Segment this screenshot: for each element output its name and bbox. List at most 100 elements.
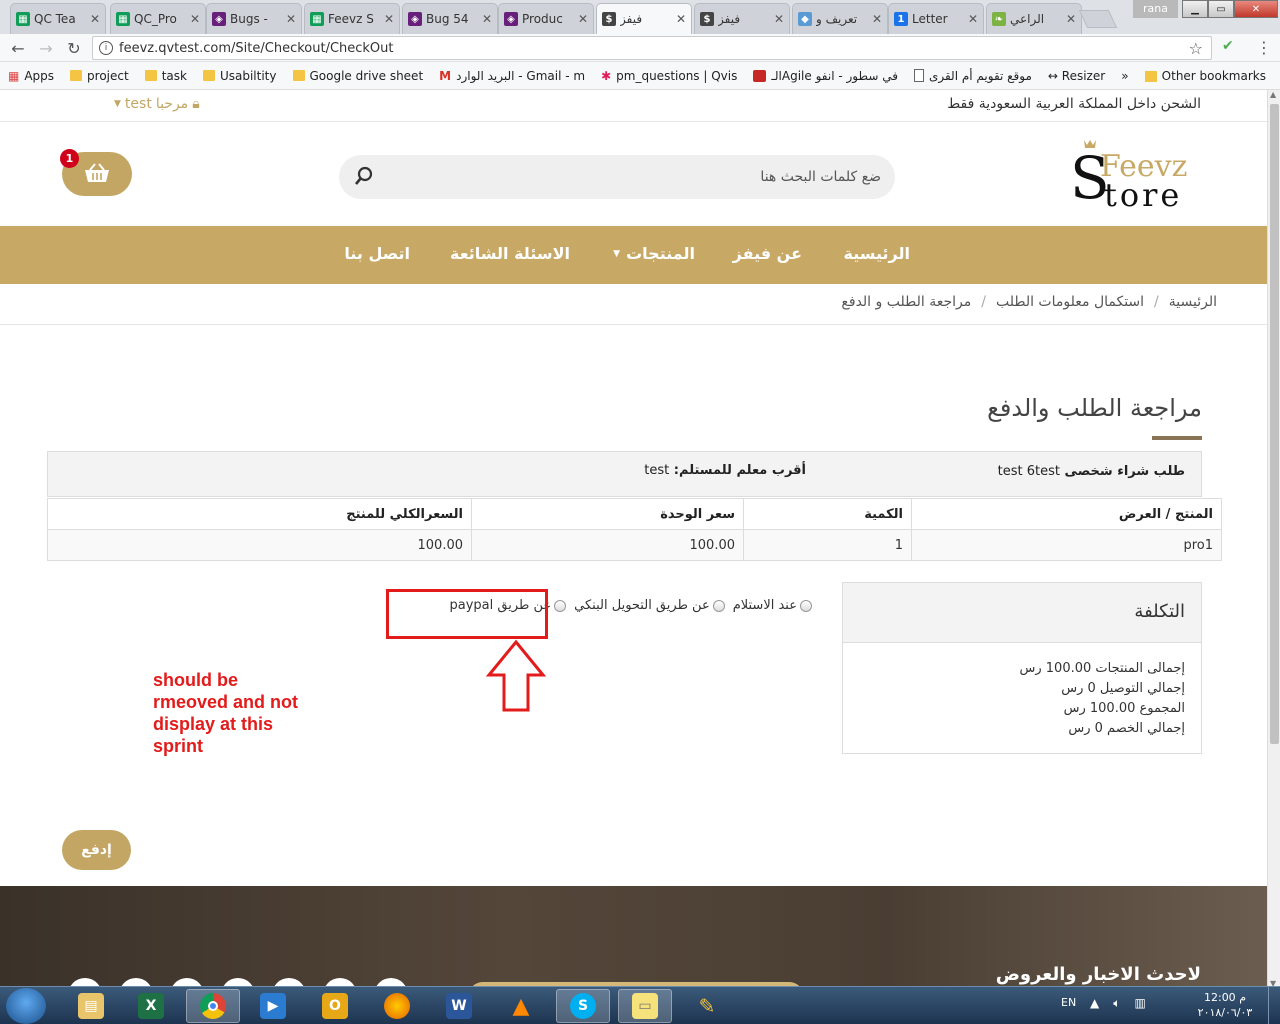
taskbar-explorer[interactable]: ▤ bbox=[64, 989, 118, 1023]
minimize-button[interactable]: ▁ bbox=[1182, 0, 1208, 18]
bookmark-item[interactable]: ✱ pm_questions | Qvis bbox=[593, 69, 745, 83]
nav-faq[interactable]: الاسئلة الشائعة bbox=[450, 244, 570, 263]
nav-home[interactable]: الرئيسية bbox=[844, 244, 911, 263]
tab-close-icon[interactable]: ✕ bbox=[578, 12, 588, 26]
taskbar-chrome[interactable] bbox=[186, 989, 240, 1023]
tab-close-icon[interactable]: ✕ bbox=[968, 12, 978, 26]
browser-tab[interactable]: ◆ تعريف و ✕ bbox=[792, 3, 888, 34]
tab-close-icon[interactable]: ✕ bbox=[872, 12, 882, 26]
maximize-button[interactable]: ▭ bbox=[1208, 0, 1234, 18]
browser-tab[interactable]: ◈ Produc ✕ bbox=[498, 3, 594, 34]
bookmark-item[interactable]: ↔ Resizer bbox=[1040, 69, 1113, 83]
reload-icon[interactable]: ↻ bbox=[64, 38, 84, 58]
bookmarks-overflow[interactable]: » bbox=[1113, 69, 1136, 83]
browser-tab[interactable]: ▦ QC_Pro ✕ bbox=[110, 3, 206, 34]
tab-close-icon[interactable]: ✕ bbox=[286, 12, 296, 26]
taskbar-skype[interactable]: S bbox=[556, 989, 610, 1023]
tray-arrow-icon[interactable]: ▲ bbox=[1090, 996, 1099, 1011]
other-bookmarks-label: Other bookmarks bbox=[1161, 69, 1266, 83]
radio-paypal[interactable] bbox=[554, 599, 567, 612]
breadcrumb-separator: / bbox=[1154, 294, 1159, 310]
browser-menu-icon[interactable]: ⋮ bbox=[1256, 38, 1272, 57]
nav-contact[interactable]: اتصل بنا bbox=[344, 244, 410, 263]
browser-tab[interactable]: $ فيفز ✕ bbox=[694, 3, 790, 34]
scroll-up-icon[interactable]: ▲ bbox=[1270, 90, 1276, 99]
tab-close-icon[interactable]: ✕ bbox=[1066, 12, 1076, 26]
taskbar-media[interactable]: ▶ bbox=[246, 989, 300, 1023]
taskbar-word[interactable]: W bbox=[432, 989, 486, 1023]
bookmark-item[interactable]: موقع تقويم أم القرى bbox=[906, 69, 1040, 83]
bookmark-star-icon[interactable]: ☆ bbox=[1189, 39, 1203, 58]
profile-badge[interactable]: rana bbox=[1133, 0, 1178, 18]
radio-cash-on-delivery[interactable] bbox=[800, 599, 812, 612]
bookmark-item[interactable]: ▦ Apps bbox=[0, 69, 62, 83]
browser-tab[interactable]: 1 Letter ✕ bbox=[888, 3, 984, 34]
search-icon[interactable] bbox=[353, 165, 375, 190]
tab-label: QC_Pro bbox=[134, 12, 177, 26]
browser-tab[interactable]: ▦ Feevz S ✕ bbox=[304, 3, 400, 34]
taskbar-vlc[interactable]: ▲ bbox=[494, 989, 548, 1023]
bookmark-item[interactable]: Google drive sheet bbox=[285, 69, 432, 83]
other-bookmarks[interactable]: Other bookmarks bbox=[1144, 62, 1266, 90]
info-icon[interactable]: i bbox=[99, 41, 113, 55]
tab-close-icon[interactable]: ✕ bbox=[482, 12, 492, 26]
cart-count-badge: 1 bbox=[60, 149, 79, 168]
system-clock[interactable]: 12:00 م ٢٠١٨/٠٦/٠٣ bbox=[1192, 990, 1258, 1020]
user-menu[interactable]: 🔒︎ مرحبا test ▼ bbox=[114, 96, 200, 112]
welcome-label: مرحبا bbox=[155, 96, 189, 112]
address-bar[interactable]: i feevz.qvtest.com/Site/Checkout/CheckOu… bbox=[92, 36, 1212, 60]
pay-button[interactable]: إدفع bbox=[62, 830, 131, 870]
logo-bottom-text: tore bbox=[1104, 176, 1182, 214]
taskbar-paint[interactable]: ✎ bbox=[680, 989, 734, 1023]
breadcrumb-bar: الرئيسية / استكمال معلومات الطلب / مراجع… bbox=[0, 284, 1267, 325]
browser-tab[interactable]: ◈ Bugs - ✕ bbox=[206, 3, 302, 34]
nav-products[interactable]: المنتجات ▼ bbox=[613, 244, 695, 263]
scroll-thumb[interactable] bbox=[1270, 104, 1279, 744]
tab-close-icon[interactable]: ✕ bbox=[90, 12, 100, 26]
tab-close-icon[interactable]: ✕ bbox=[676, 12, 686, 26]
tab-close-icon[interactable]: ✕ bbox=[384, 12, 394, 26]
slack-icon: ✱ bbox=[601, 68, 612, 83]
speaker-icon[interactable]: 🔈︎ bbox=[1113, 996, 1120, 1011]
browser-tab[interactable]: $ فيفز ✕ bbox=[596, 3, 692, 34]
payment-cash-on-delivery[interactable]: عند الاستلام bbox=[733, 598, 812, 613]
taskbar-firefox[interactable] bbox=[370, 989, 424, 1023]
browser-tab[interactable]: ❧ الراعي ✕ bbox=[986, 3, 1082, 34]
search-input[interactable] bbox=[375, 169, 881, 185]
breadcrumb-order-info[interactable]: استكمال معلومات الطلب bbox=[996, 294, 1144, 310]
payment-bank-transfer[interactable]: عن طريق التحويل البنكي bbox=[574, 598, 725, 613]
site-logo[interactable]: S Feevz tore bbox=[1066, 134, 1206, 214]
annotation-line: should be bbox=[153, 670, 238, 690]
bookmark-item[interactable]: الـAgile في سطور - انفو bbox=[745, 69, 906, 83]
radio-bank-transfer[interactable] bbox=[712, 599, 725, 612]
start-button[interactable] bbox=[6, 988, 46, 1024]
page-scrollbar[interactable]: ▲ ▼ bbox=[1267, 90, 1280, 990]
tab-close-icon[interactable]: ✕ bbox=[190, 12, 200, 26]
browser-tab[interactable]: ◈ Bug 54 ✕ bbox=[402, 3, 498, 34]
bookmark-item[interactable]: project bbox=[62, 69, 137, 83]
extension-icon[interactable]: ✔ bbox=[1222, 38, 1238, 54]
clock-time: 12:00 م bbox=[1203, 991, 1246, 1004]
taskbar-outlook[interactable]: O bbox=[308, 989, 362, 1023]
forward-icon[interactable]: → bbox=[36, 38, 56, 58]
tab-label: الراعي bbox=[1010, 12, 1045, 26]
bookmark-item[interactable]: M البريد الوارد - Gmail - m bbox=[431, 69, 593, 83]
annotation-line: sprint bbox=[153, 736, 204, 756]
browser-tab[interactable]: ▦ QC Tea ✕ bbox=[10, 3, 106, 34]
bookmark-item[interactable]: Usabiltity bbox=[195, 69, 285, 83]
taskbar-excel[interactable]: X bbox=[124, 989, 178, 1023]
tab-close-icon[interactable]: ✕ bbox=[774, 12, 784, 26]
bookmark-item[interactable]: task bbox=[137, 69, 195, 83]
language-indicator[interactable]: EN bbox=[1061, 996, 1076, 1009]
nav-about[interactable]: عن فيفز bbox=[733, 244, 802, 263]
tab-favicon-icon: ◈ bbox=[408, 12, 422, 26]
breadcrumb-home[interactable]: الرئيسية bbox=[1169, 294, 1217, 310]
lock-icon: 🔒︎ bbox=[192, 96, 200, 112]
close-window-button[interactable]: ✕ bbox=[1234, 0, 1278, 18]
new-tab-button[interactable] bbox=[1078, 10, 1118, 28]
show-desktop-button[interactable] bbox=[1268, 987, 1280, 1024]
back-icon[interactable]: ← bbox=[8, 38, 28, 58]
taskbar-notes[interactable]: ▭ bbox=[618, 989, 672, 1023]
network-icon[interactable]: ▥ bbox=[1134, 996, 1145, 1011]
search-box bbox=[339, 155, 895, 199]
